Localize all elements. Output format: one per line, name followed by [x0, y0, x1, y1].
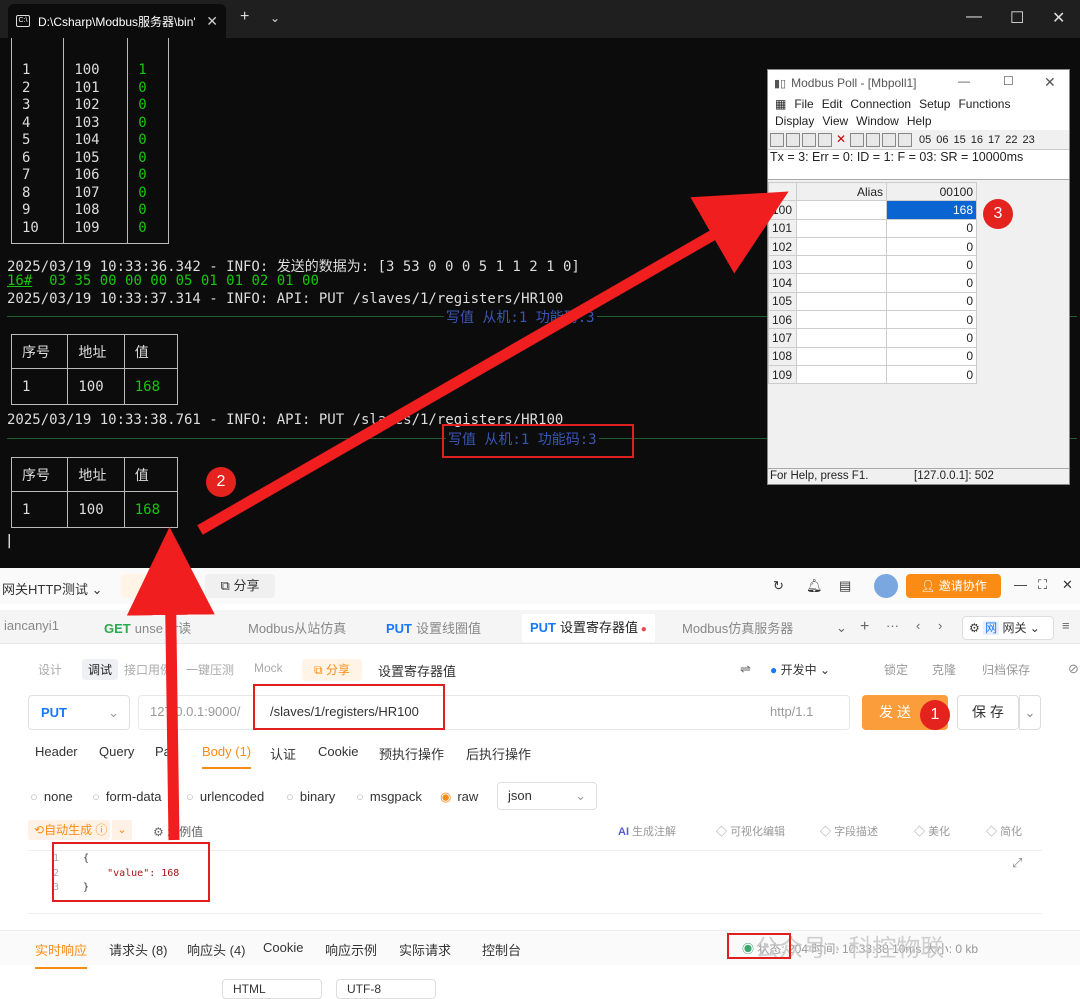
badge-2: 2	[206, 467, 236, 497]
arrow-to-terminal	[126, 527, 215, 841]
badge-3: 3	[983, 199, 1013, 229]
annotation-arrows	[126, 191, 789, 841]
arrow-to-modbus-poll	[197, 191, 789, 535]
badge-1: 1	[920, 700, 950, 730]
